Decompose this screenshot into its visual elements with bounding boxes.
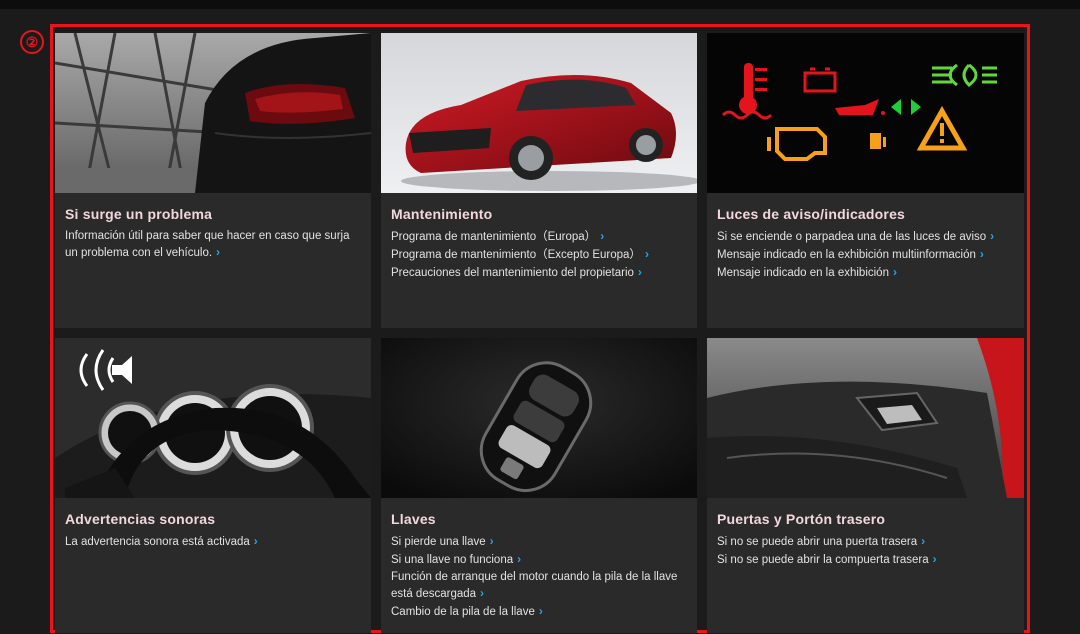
chevron-right-icon: ›	[517, 552, 522, 566]
card-title: Advertencias sonoras	[65, 511, 216, 527]
chevron-right-icon: ›	[480, 586, 485, 600]
problem-image[interactable]	[55, 33, 371, 193]
sound-warnings-image[interactable]	[55, 338, 371, 498]
card-problem: Si surge un problema Información útil pa…	[55, 33, 371, 328]
chevron-right-icon: ›	[538, 604, 543, 618]
chevron-right-icon: ›	[990, 229, 995, 243]
chevron-right-icon: ›	[644, 247, 649, 261]
card-sound-warnings: Advertencias sonoras La advertencia sono…	[55, 338, 371, 633]
card-link[interactable]: Mensaje indicado en la exhibición multii…	[717, 246, 1014, 263]
card-link[interactable]: La advertencia sonora está activada ›	[65, 533, 361, 550]
card-title: Mantenimiento	[391, 206, 493, 222]
card-link[interactable]: Cambio de la pila de la llave ›	[391, 603, 687, 620]
doors-trunk-image[interactable]	[707, 338, 1024, 498]
chevron-right-icon: ›	[600, 229, 605, 243]
chevron-right-icon: ›	[892, 265, 897, 279]
card-title: Luces de aviso/indicadores	[717, 206, 906, 222]
card-grid: Si surge un problema Información útil pa…	[55, 33, 1024, 633]
card-link[interactable]: Si pierde una llave ›	[391, 533, 687, 550]
warning-lights-image[interactable]	[707, 33, 1024, 193]
card-title: Puertas y Portón trasero	[717, 511, 886, 527]
chevron-right-icon: ›	[489, 534, 494, 548]
card-link[interactable]: Precauciones del mantenimiento del propi…	[391, 264, 687, 281]
card-maintenance: Mantenimiento Programa de mantenimiento（…	[381, 33, 697, 328]
card-warning-lights: Luces de aviso/indicadores Si se enciend…	[707, 33, 1024, 328]
chevron-right-icon: ›	[253, 534, 258, 548]
card-title: Llaves	[391, 511, 436, 527]
chevron-right-icon: ›	[979, 247, 984, 261]
card-link[interactable]: Si no se puede abrir la compuerta traser…	[717, 551, 1014, 568]
chevron-right-icon: ›	[216, 245, 221, 259]
keys-image[interactable]	[381, 338, 697, 498]
card-doors-trunk: Puertas y Portón trasero Si no se puede …	[707, 338, 1024, 633]
card-link[interactable]: Información útil para saber que hacer en…	[65, 228, 361, 261]
card-link[interactable]: Mensaje indicado en la exhibición ›	[717, 264, 1014, 281]
step-marker: ②	[20, 30, 44, 54]
card-keys: Llaves Si pierde una llave › Si una llave…	[381, 338, 697, 633]
card-link[interactable]: Si se enciende o parpadea una de las luc…	[717, 228, 1014, 245]
card-link[interactable]: Si no se puede abrir una puerta trasera ›	[717, 533, 1014, 550]
chevron-right-icon: ›	[932, 552, 937, 566]
maintenance-image[interactable]	[381, 33, 697, 193]
card-link[interactable]: Programa de mantenimiento（Excepto Europa…	[391, 246, 687, 263]
chevron-right-icon: ›	[921, 534, 926, 548]
card-link[interactable]: Programa de mantenimiento（Europa） ›	[391, 228, 687, 245]
card-title: Si surge un problema	[65, 206, 213, 222]
card-link[interactable]: Si una llave no funciona ›	[391, 551, 687, 568]
top-bar	[0, 0, 1080, 9]
chevron-right-icon: ›	[637, 265, 642, 279]
card-link[interactable]: Función de arranque del motor cuando la …	[391, 569, 687, 602]
